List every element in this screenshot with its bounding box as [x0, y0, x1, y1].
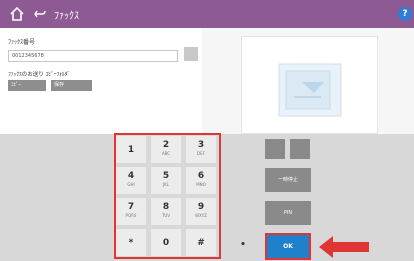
home-icon[interactable]	[9, 6, 25, 22]
pause-button[interactable]: 一時停止	[265, 168, 311, 192]
page-title: ﾌｧｯｸｽ	[54, 11, 79, 22]
copy-toggle-button[interactable]: ｺﾋﾟｰ	[8, 80, 46, 91]
clear-button[interactable]	[265, 139, 285, 159]
select-label: ﾌｧｯｸｽのお送り ｺﾋﾟｰﾌｫﾙﾀﾞ	[8, 72, 71, 78]
back-icon[interactable]	[33, 7, 47, 21]
save-toggle-button[interactable]: 保存	[51, 80, 92, 91]
help-icon[interactable]: ?	[398, 7, 412, 21]
pin-button[interactable]: PIN	[265, 201, 311, 225]
fax-number-input[interactable]: 0012345678	[8, 50, 178, 62]
document-preview-icon	[278, 63, 342, 117]
arrow-pointer-icon	[319, 236, 369, 258]
preview-paper	[241, 36, 378, 134]
fax-number-label: ﾌｧｯｸｽ番号	[8, 39, 36, 46]
backspace-button[interactable]	[290, 139, 310, 159]
address-book-button[interactable]	[184, 47, 198, 61]
ok-button[interactable]: OK	[265, 233, 311, 260]
top-bar: ﾌｧｯｸｽ ?	[0, 0, 414, 28]
keypad-highlight-outline	[114, 133, 221, 259]
key-dot[interactable]: •	[228, 232, 258, 259]
